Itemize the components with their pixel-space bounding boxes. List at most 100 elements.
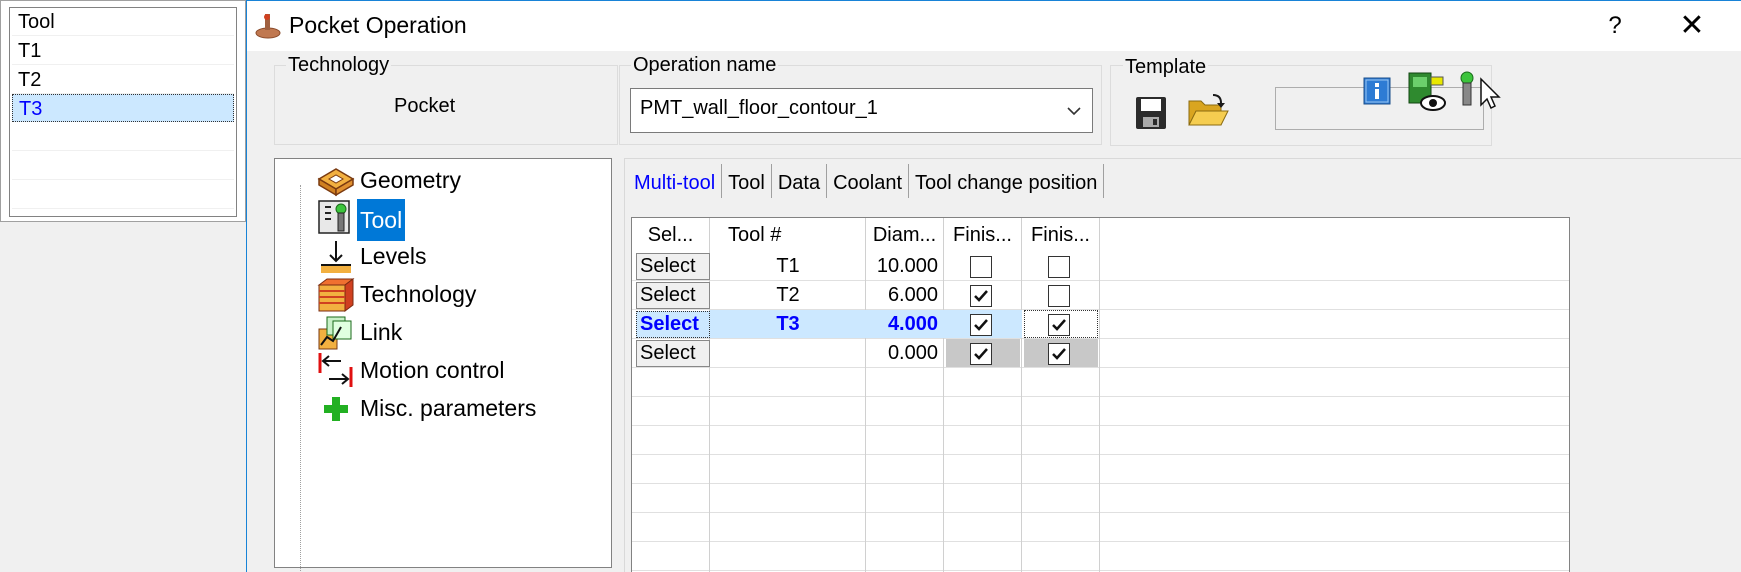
tab-data[interactable]: Data [772,164,828,198]
tab-coolant[interactable]: Coolant [827,164,910,198]
operation-name-combobox[interactable]: PMT_wall_floor_contour_1 [630,88,1093,133]
tool-number-cell[interactable]: T3 [710,310,866,339]
finish-2-checkbox[interactable] [1048,314,1070,336]
tool-pick-icon[interactable] [1457,71,1503,113]
operation-name-value: PMT_wall_floor_contour_1 [640,97,878,119]
column-header-diameter[interactable]: Diam... [866,218,944,252]
column-header-tool-number[interactable]: Tool # [710,218,866,252]
diameter-cell[interactable]: 0.000 [866,339,938,368]
tree-item-label: Geometry [360,167,461,193]
column-header-finish-1[interactable]: Finis... [944,218,1022,252]
select-button[interactable]: Select [636,311,710,338]
tool-number-cell[interactable] [710,339,866,368]
grid-cell [1022,368,1100,397]
finish-1-checkbox[interactable] [970,256,992,278]
link-icon [318,316,352,350]
grid-cell [866,455,944,484]
finish-1-checkbox[interactable] [970,314,992,336]
diameter-cell[interactable]: 6.000 [866,281,938,310]
grid-cell [944,484,1022,513]
table-row[interactable]: Select 0.000 [632,339,1569,368]
tool-list-item-t2[interactable]: T2 [12,66,234,94]
grid-cell [944,513,1022,542]
grid-cell [710,397,866,426]
checkmark-icon [1052,319,1066,331]
tree-line [300,185,301,572]
grid-cell [632,455,710,484]
diameter-cell[interactable]: 4.000 [866,310,938,339]
tool-list: Tool T1 T2 T3 [9,7,237,217]
table-row-empty[interactable] [632,513,1569,542]
tree-item-label: Misc. parameters [360,395,537,421]
select-button[interactable]: Select [636,340,710,367]
open-folder-icon[interactable] [1187,91,1229,129]
tool-number-cell[interactable]: T2 [710,281,866,310]
table-row-empty[interactable] [632,397,1569,426]
table-row-empty[interactable] [632,542,1569,571]
grid-cell [632,426,710,455]
table-row-empty[interactable] [632,455,1569,484]
motion-control-icon [318,353,353,387]
table-row[interactable]: Select T3 4.000 [632,310,1569,339]
select-button[interactable]: Select [636,282,710,309]
grid-cell [1022,426,1100,455]
tab-tool[interactable]: Tool [722,164,772,198]
close-button[interactable]: ✕ [1667,9,1717,43]
diameter-cell[interactable]: 10.000 [866,252,938,281]
grid-cell [632,397,710,426]
tab-strip: Multi-tool Tool Data Coolant Tool change… [628,164,1105,198]
tree-item-label: Motion control [360,357,505,383]
tool-list-item-t1[interactable]: T1 [12,37,234,65]
levels-icon [321,241,351,273]
tool-number-cell[interactable]: T1 [710,252,866,281]
info-icon[interactable] [1363,77,1391,105]
grid-cell [710,542,866,571]
operation-name-label: Operation name [631,54,779,77]
grid-cell [944,426,1022,455]
column-header-select[interactable]: Sel... [632,218,710,252]
table-row[interactable]: Select T2 6.000 [632,281,1569,310]
grid-cell [944,368,1022,397]
finish-1-checkbox[interactable] [970,285,992,307]
app-icon [255,14,281,39]
grid-cell [944,397,1022,426]
grid-cell [866,397,944,426]
table-row[interactable]: Select T1 10.000 [632,252,1569,281]
tab-multi-tool[interactable]: Multi-tool [628,164,723,198]
pocket-operation-dialog: Pocket Operation ? ✕ Technology Pocket O… [246,0,1741,572]
template-label: Template [1123,56,1209,79]
view-machine-icon[interactable] [1407,71,1449,113]
help-button[interactable]: ? [1595,9,1635,43]
finish-2-checkbox[interactable] [1048,343,1070,365]
grid-cell [866,426,944,455]
operation-tree: Geometry Tool Levels Technology Link Mot… [274,158,612,572]
tool-icon [318,200,350,234]
grid-cell [866,368,944,397]
chevron-down-icon[interactable] [1066,103,1082,119]
grid-cell [866,484,944,513]
column-header-finish-2[interactable]: Finis... [1022,218,1100,252]
tool-list-empty-row[interactable] [12,181,234,209]
select-button[interactable]: Select [636,253,710,280]
grid-cell [710,426,866,455]
finish-2-checkbox[interactable] [1048,285,1070,307]
table-row-empty[interactable] [632,368,1569,397]
grid-header: Sel... Tool # Diam... Finis... Finis... [632,218,1569,252]
tool-list-empty-row[interactable] [12,152,234,180]
tab-tool-change-position[interactable]: Tool change position [909,164,1105,198]
save-icon[interactable] [1134,95,1168,131]
grid-cell [710,484,866,513]
table-row-empty[interactable] [632,426,1569,455]
finish-1-checkbox[interactable] [970,343,992,365]
tool-list-item-t3[interactable]: T3 [12,94,234,122]
grid-cell [866,542,944,571]
technology-value: Pocket [394,95,456,117]
grid-cell [1022,397,1100,426]
tool-list-empty-row[interactable] [12,123,234,151]
table-row-empty[interactable] [632,484,1569,513]
technology-icon [317,278,355,312]
grid-cell [944,542,1022,571]
grid-cell [710,455,866,484]
finish-2-checkbox[interactable] [1048,256,1070,278]
dialog-title: Pocket Operation [289,12,467,38]
